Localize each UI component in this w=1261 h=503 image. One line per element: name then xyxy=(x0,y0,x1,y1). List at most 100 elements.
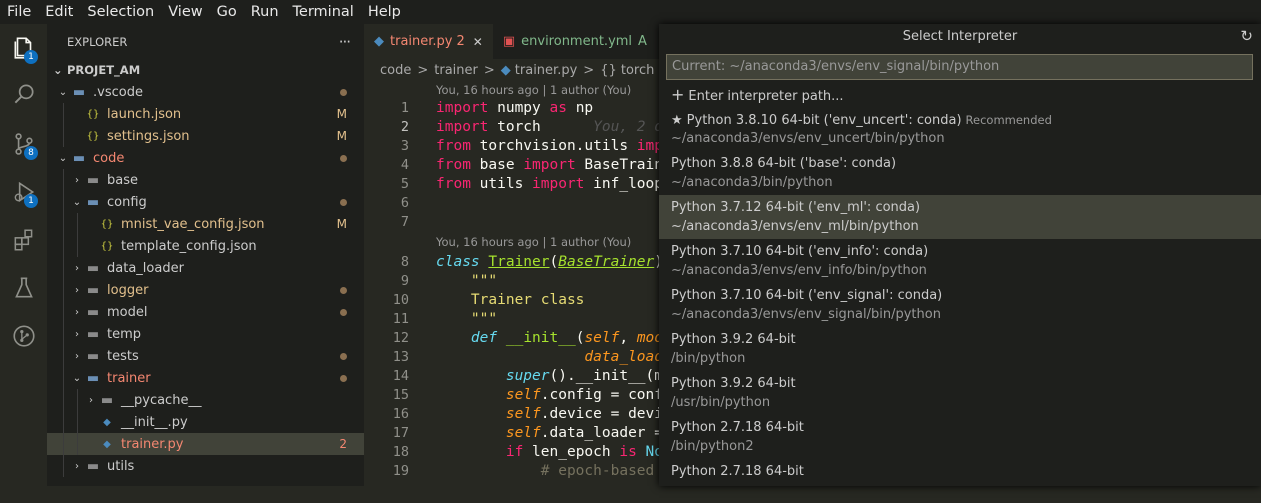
indent-guide xyxy=(77,389,78,411)
interpreter-name: Python 2.7.18 64-bit xyxy=(671,464,804,479)
tree-item[interactable]: › ▬ logger xyxy=(47,279,364,301)
interpreter-name: Python 3.8.8 64-bit ('base': conda) xyxy=(671,156,897,171)
indent-guide xyxy=(63,125,64,147)
explorer-activity[interactable]: 1 xyxy=(0,26,47,70)
code-line: self.data_loader = xyxy=(505,425,663,441)
menu-file[interactable]: File xyxy=(0,0,38,24)
tree-item-label: launch.json xyxy=(107,106,182,122)
project-root[interactable]: ⌄ PROJET_AM xyxy=(47,59,364,81)
tab-label: environment.yml xyxy=(521,34,633,49)
run-badge: 1 xyxy=(24,194,38,208)
interpreter-item[interactable]: Python 3.7.10 64-bit ('env_signal': cond… xyxy=(659,283,1261,327)
tree-item[interactable]: › ▬ model xyxy=(47,301,364,323)
tree-item[interactable]: {} launch.json M xyxy=(47,103,364,125)
code-line: super().__init__(m xyxy=(505,368,663,384)
tree-item[interactable]: › ▬ __pycache__ xyxy=(47,389,364,411)
chevron-down-icon: ⌄ xyxy=(72,196,82,208)
tree-item[interactable]: ◆ __init__.py xyxy=(47,411,364,433)
tab-badge: A xyxy=(638,34,647,49)
file-tree: ⌄ ▬ .vscode {} launch.json M {} settings.json M ⌄… xyxy=(47,81,364,477)
enter-interpreter-path-item[interactable]: + Enter interpreter path... xyxy=(659,85,1261,105)
menu-bar: File Edit Selection View Go Run Terminal Help xyxy=(0,0,1261,24)
menu-terminal[interactable]: Terminal xyxy=(286,0,361,24)
folder-icon: ▬ xyxy=(86,326,100,342)
search-activity[interactable] xyxy=(0,72,47,116)
menu-view[interactable]: View xyxy=(161,0,209,24)
menu-go[interactable]: Go xyxy=(210,0,244,24)
more-actions-icon[interactable]: ··· xyxy=(339,33,351,51)
interpreter-name: Python 2.7.18 64-bit xyxy=(671,420,804,435)
breadcrumb-code[interactable]: code xyxy=(380,63,411,78)
codelens[interactable]: You, 16 hours ago | 1 author (You) xyxy=(436,235,631,249)
indent-guide xyxy=(63,191,64,213)
line-number: 1 xyxy=(400,100,409,116)
interpreter-name: Python 3.9.2 64-bit xyxy=(671,376,796,391)
tree-item-label: mnist_vae_config.json xyxy=(121,216,265,232)
chevron-right-icon: › xyxy=(75,306,79,318)
interpreter-item[interactable]: ★ Python 3.8.10 64-bit ('env_uncert': con… xyxy=(659,107,1261,151)
tree-item-label: tests xyxy=(107,348,139,364)
interpreter-search-input[interactable]: Current: ~/anaconda3/envs/env_signal/bin… xyxy=(666,54,1253,80)
interpreter-name-row: Python 3.7.10 64-bit ('env_info': conda) xyxy=(671,242,1261,262)
breadcrumb-trainer[interactable]: trainer xyxy=(434,63,478,78)
tree-item[interactable]: › ▬ tests xyxy=(47,345,364,367)
add-icon: + xyxy=(671,85,685,104)
scm-activity[interactable]: 8 xyxy=(0,122,47,166)
star-icon: ★ xyxy=(671,113,683,128)
tree-item[interactable]: › ▬ temp xyxy=(47,323,364,345)
interpreter-name-row: Python 3.7.12 64-bit ('env_ml': conda) xyxy=(671,198,1261,218)
tab-environment-yml[interactable]: ▣ environment.yml A xyxy=(493,24,657,59)
tree-item-label: utils xyxy=(107,458,135,474)
interpreter-item[interactable]: Python 3.9.2 64-bit/usr/bin/python xyxy=(659,371,1261,415)
interpreter-item[interactable]: Python 2.7.18 64-bit xyxy=(659,459,1261,503)
explorer-badge: 1 xyxy=(24,50,38,64)
interpreter-item[interactable]: Python 3.7.10 64-bit ('env_info': conda)… xyxy=(659,239,1261,283)
run-activity[interactable]: 1 xyxy=(0,170,47,214)
breadcrumb-file[interactable]: trainer.py xyxy=(515,63,578,78)
tree-item-label: data_loader xyxy=(107,260,184,276)
tree-item[interactable]: {} mnist_vae_config.json M xyxy=(47,213,364,235)
tree-item[interactable]: › ▬ data_loader xyxy=(47,257,364,279)
tree-item[interactable]: {} template_config.json xyxy=(47,235,364,257)
tab-badge: 2 xyxy=(456,34,465,49)
tree-item[interactable]: › ▬ utils xyxy=(47,455,364,477)
interpreter-name-row: Python 3.7.10 64-bit ('env_signal': cond… xyxy=(671,286,1261,306)
chevron-right-icon: › xyxy=(75,328,79,340)
interpreter-item[interactable]: Python 3.7.12 64-bit ('env_ml': conda) ~/… xyxy=(659,195,1261,239)
tree-item[interactable]: {} settings.json M xyxy=(47,125,364,147)
breadcrumb-separator: > xyxy=(583,62,595,78)
breadcrumb-symbol[interactable]: {} torch xyxy=(600,63,654,78)
interpreter-item[interactable]: Python 3.9.2 64-bit/bin/python xyxy=(659,327,1261,371)
interpreter-item[interactable]: Python 2.7.18 64-bit/bin/python2 xyxy=(659,415,1261,459)
menu-selection[interactable]: Selection xyxy=(80,0,161,24)
tree-item[interactable]: › ▬ base xyxy=(47,169,364,191)
extensions-activity[interactable] xyxy=(0,218,47,262)
git-graph-activity[interactable] xyxy=(0,314,47,358)
line-number: 16 xyxy=(392,406,409,422)
interpreter-item[interactable]: Python 3.8.8 64-bit ('base': conda) ~/ana… xyxy=(659,151,1261,195)
line-number: 13 xyxy=(392,349,409,365)
folder-icon: ▬ xyxy=(86,282,100,298)
menu-help[interactable]: Help xyxy=(361,0,408,24)
folder-icon: ▬ xyxy=(86,304,100,320)
close-icon[interactable]: ✕ xyxy=(473,35,483,49)
menu-edit[interactable]: Edit xyxy=(38,0,80,24)
quick-pick-title-text: Select Interpreter xyxy=(902,28,1018,44)
testing-activity[interactable] xyxy=(0,266,47,310)
tree-item[interactable]: ⌄ ▬ trainer xyxy=(47,367,364,389)
tree-item[interactable]: ⌄ ▬ config xyxy=(47,191,364,213)
git-graph-icon xyxy=(12,325,35,347)
menu-run[interactable]: Run xyxy=(244,0,286,24)
tree-item[interactable]: ⌄ ▬ code xyxy=(47,147,364,169)
tree-item[interactable]: ◆ trainer.py 2 xyxy=(47,433,364,455)
tab-trainer-py[interactable]: ◆ trainer.py 2 ✕ xyxy=(364,24,493,59)
codelens[interactable]: You, 16 hours ago | 1 author (You) xyxy=(436,83,631,97)
code-line: self.config = conf xyxy=(505,387,663,403)
indent-guide xyxy=(63,279,64,301)
interpreter-path: ~/anaconda3/envs/env_signal/bin/python xyxy=(671,307,941,322)
tree-item[interactable]: ⌄ ▬ .vscode xyxy=(47,81,364,103)
folder-icon: ▬ xyxy=(86,172,100,188)
indent-guide xyxy=(77,213,78,235)
recommended-tag: Recommended xyxy=(965,113,1052,127)
refresh-icon[interactable]: ↻ xyxy=(1240,27,1253,45)
